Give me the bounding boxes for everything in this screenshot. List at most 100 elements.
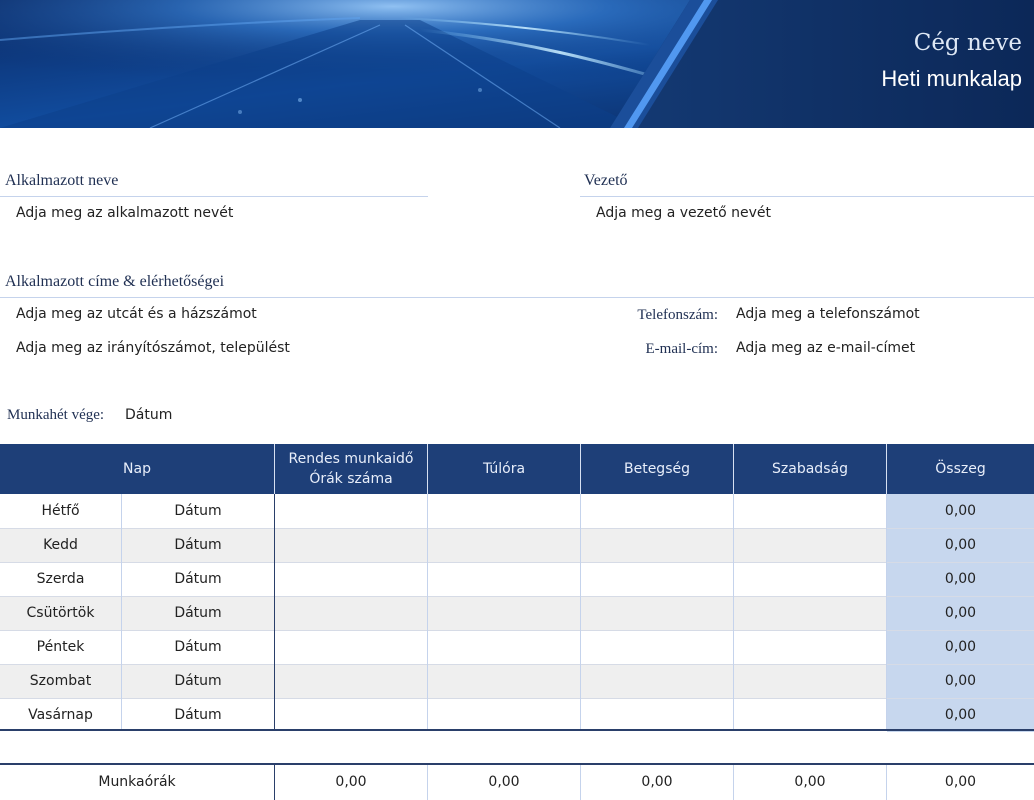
manager-name-field[interactable]: Adja meg a vezető nevét — [596, 205, 771, 221]
overtime-cell[interactable] — [428, 562, 580, 596]
table-header: Nap Rendes munkaidő Órák száma Túlóra Be… — [0, 444, 1034, 494]
regular-hours-cell[interactable] — [275, 596, 427, 630]
overtime-cell[interactable] — [428, 664, 580, 698]
contact-label: Alkalmazott címe & elérhetőségei — [5, 273, 225, 290]
total-cell: 0,00 — [887, 596, 1034, 630]
row-divider — [0, 528, 1034, 529]
manager-label: Vezető — [584, 172, 628, 189]
regular-hours-cell[interactable] — [275, 562, 427, 596]
employee-name-field[interactable]: Adja meg az alkalmazott nevét — [16, 205, 233, 221]
row-divider — [0, 698, 1034, 699]
column-divider — [886, 765, 887, 800]
week-end-date-field[interactable]: Dátum — [125, 407, 172, 423]
summary-vacation: 0,00 — [794, 774, 826, 790]
date-cell[interactable]: Dátum — [122, 698, 274, 732]
vacation-cell[interactable] — [734, 630, 886, 664]
date-cell[interactable]: Dátum — [122, 664, 274, 698]
header-divider — [274, 444, 275, 494]
vacation-cell[interactable] — [734, 494, 886, 528]
row-divider — [0, 562, 1034, 563]
page-title: Heti munkalap — [881, 66, 1022, 91]
sick-cell[interactable] — [581, 630, 733, 664]
city-field[interactable]: Adja meg az irányítószámot, települést — [16, 340, 290, 356]
email-label: E-mail-cím: — [645, 341, 718, 357]
day-cell: Szerda — [36, 571, 85, 587]
sick-cell[interactable] — [581, 562, 733, 596]
date-cell[interactable]: Dátum — [122, 528, 274, 562]
row-divider — [0, 630, 1034, 631]
header-divider — [733, 444, 734, 494]
total-cell: 0,00 — [887, 562, 1034, 596]
header-banner: Cég neve Heti munkalap — [0, 0, 1034, 128]
email-field[interactable]: Adja meg az e-mail-címet — [736, 340, 915, 356]
row-divider — [0, 664, 1034, 665]
column-divider — [427, 494, 428, 730]
day-cell: Csütörtök — [26, 605, 95, 621]
street-field[interactable]: Adja meg az utcát és a házszámot — [16, 306, 257, 322]
header-regular-line1: Rendes munkaidő — [288, 451, 414, 467]
column-divider — [886, 494, 887, 730]
table-row: Vasárnap Dátum 0,00 — [0, 698, 1034, 732]
column-divider — [580, 765, 581, 800]
header-vacation: Szabadság — [772, 461, 848, 477]
header-sick: Betegség — [623, 461, 690, 477]
regular-hours-cell[interactable] — [275, 494, 427, 528]
summary-sick: 0,00 — [641, 774, 673, 790]
sick-cell[interactable] — [581, 494, 733, 528]
summary-row: Munkaórák 0,00 0,00 0,00 0,00 0,00 — [0, 765, 1034, 799]
regular-hours-cell[interactable] — [275, 630, 427, 664]
header-total: Összeg — [935, 461, 986, 477]
date-cell[interactable]: Dátum — [122, 630, 274, 664]
column-divider — [274, 494, 275, 730]
summary-regular-hours: 0,00 — [335, 774, 367, 790]
date-cell[interactable]: Dátum — [122, 562, 274, 596]
sick-cell[interactable] — [581, 664, 733, 698]
header-divider — [427, 444, 428, 494]
phone-label: Telefonszám: — [637, 307, 718, 323]
overtime-cell[interactable] — [428, 596, 580, 630]
company-name[interactable]: Cég neve — [914, 30, 1022, 56]
employee-name-label: Alkalmazott neve — [5, 172, 119, 189]
regular-hours-cell[interactable] — [275, 528, 427, 562]
day-cell: Vasárnap — [28, 707, 93, 723]
vacation-cell[interactable] — [734, 596, 886, 630]
phone-field[interactable]: Adja meg a telefonszámot — [736, 306, 920, 322]
total-cell: 0,00 — [887, 630, 1034, 664]
header-divider — [886, 444, 887, 494]
summary-label: Munkaórák — [98, 774, 176, 790]
table-row: Kedd Dátum 0,00 — [0, 528, 1034, 562]
header-day: Nap — [123, 461, 151, 477]
sick-cell[interactable] — [581, 698, 733, 732]
sick-cell[interactable] — [581, 528, 733, 562]
table-row: Péntek Dátum 0,00 — [0, 630, 1034, 664]
header-regular-hours: Rendes munkaidő Órák száma — [275, 444, 427, 494]
regular-hours-cell[interactable] — [275, 698, 427, 732]
overtime-cell[interactable] — [428, 528, 580, 562]
column-divider — [274, 765, 275, 800]
total-cell: 0,00 — [887, 494, 1034, 528]
date-cell[interactable]: Dátum — [122, 596, 274, 630]
table-row: Szerda Dátum 0,00 — [0, 562, 1034, 596]
table-bottom-rule — [0, 729, 1034, 731]
vacation-cell[interactable] — [734, 664, 886, 698]
row-divider — [0, 596, 1034, 597]
week-end-label: Munkahét vége: — [7, 407, 105, 423]
vacation-cell[interactable] — [734, 528, 886, 562]
date-cell[interactable]: Dátum — [122, 494, 274, 528]
day-cell: Péntek — [36, 639, 85, 655]
regular-hours-cell[interactable] — [275, 664, 427, 698]
vacation-cell[interactable] — [734, 562, 886, 596]
overtime-cell[interactable] — [428, 494, 580, 528]
overtime-cell[interactable] — [428, 630, 580, 664]
sick-cell[interactable] — [581, 596, 733, 630]
column-divider — [733, 765, 734, 800]
day-cell: Hétfő — [41, 503, 80, 519]
header-divider — [580, 444, 581, 494]
vacation-cell[interactable] — [734, 698, 886, 732]
manager-divider — [580, 196, 1034, 197]
column-divider — [733, 494, 734, 730]
overtime-cell[interactable] — [428, 698, 580, 732]
contact-divider — [0, 297, 1034, 298]
total-cell: 0,00 — [887, 528, 1034, 562]
summary-overtime: 0,00 — [488, 774, 520, 790]
